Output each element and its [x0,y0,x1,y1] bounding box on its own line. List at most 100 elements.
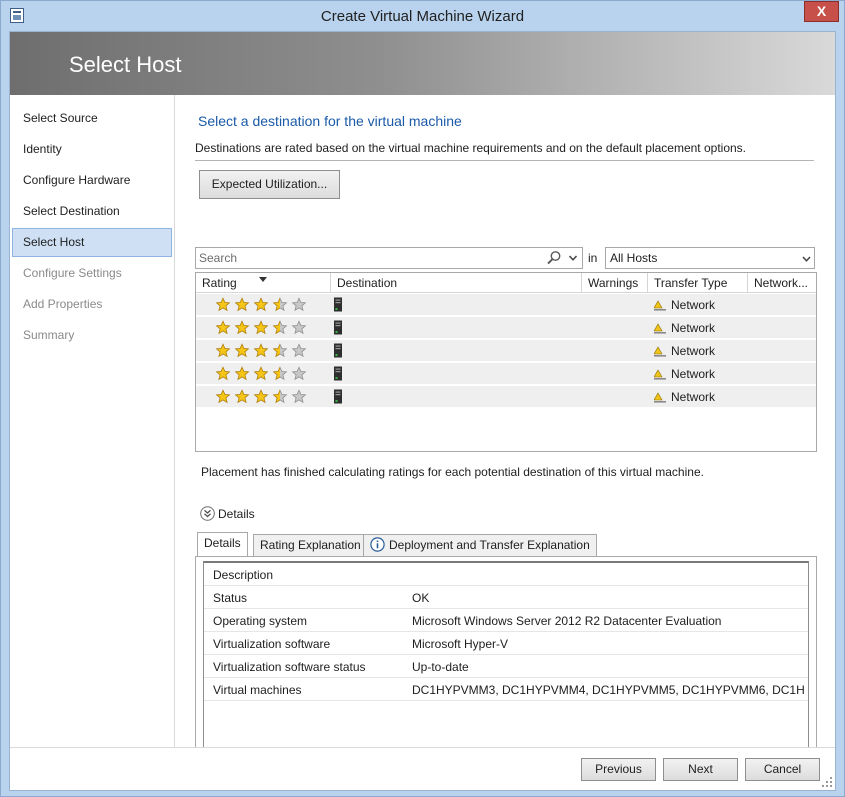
network-warning-icon [654,323,666,334]
star-icon [272,343,288,358]
star-icon [272,389,288,404]
star-icon [234,389,250,404]
title-bar[interactable]: Create Virtual Machine Wizard X [1,1,844,31]
details-tab-panel: Description Status OK Operating system M… [195,556,817,761]
details-header-row: Description [204,563,808,586]
search-box [195,247,583,269]
details-value: OK [412,591,430,605]
search-scope-select[interactable]: All Hosts [605,247,815,269]
details-value: Up-to-date [412,660,469,674]
transfer-type-value: Network [671,298,716,312]
star-icon [234,343,250,358]
info-icon [370,537,385,552]
star-icon [234,297,250,312]
star-icon [215,343,231,358]
section-title: Select a destination for the virtual mac… [198,113,462,129]
rating-stars [215,343,307,358]
description-text: Destinations are rated based on the virt… [195,141,747,155]
double-chevron-down-icon [200,506,215,521]
wizard-steps-sidebar: Select Source Identity Configure Hardwar… [10,95,175,747]
search-scope-value: All Hosts [610,251,658,265]
star-icon [215,389,231,404]
star-icon [253,343,269,358]
column-header-destination[interactable]: Destination [331,273,582,293]
column-header-label: Rating [202,276,237,290]
details-row-status: Status OK [204,586,808,609]
details-label: Virtualization software [213,637,331,651]
table-row[interactable]: Network [196,363,816,385]
tab-rating-explanation[interactable]: Rating Explanation [253,534,368,556]
sidebar-item-configure-hardware[interactable]: Configure Hardware [12,166,172,195]
cancel-button[interactable]: Cancel [745,758,820,781]
network-warning-icon [654,369,666,380]
details-value: DC1HYPVMM3, DC1HYPVMM4, DC1HYPVMM5, DC1H… [412,683,804,697]
sidebar-item-select-source[interactable]: Select Source [12,104,172,133]
rating-stars [215,320,307,335]
transfer-type-value: Network [671,390,716,404]
chevron-down-icon [802,256,811,262]
column-header-warnings[interactable]: Warnings [582,273,648,293]
close-button[interactable]: X [804,1,839,22]
sidebar-item-identity[interactable]: Identity [12,135,172,164]
column-header-network[interactable]: Network... [748,273,816,293]
tab-deployment-transfer-explanation[interactable]: Deployment and Transfer Explanation [363,534,597,556]
wizard-window: Create Virtual Machine Wizard X Select H… [0,0,845,797]
details-label: Status [213,591,248,605]
server-icon [334,320,342,335]
network-warning-icon [654,300,666,311]
table-row[interactable]: Network [196,317,816,339]
rating-stars [215,389,307,404]
star-icon [234,366,250,381]
star-icon [272,366,288,381]
resize-grip-icon[interactable] [821,776,833,788]
details-value: Microsoft Hyper-V [412,637,509,651]
star-icon [234,320,250,335]
description-divider [195,160,814,161]
wizard-footer: Previous Next Cancel [10,747,835,790]
expected-utilization-button[interactable]: Expected Utilization... [199,170,340,199]
next-button[interactable]: Next [663,758,738,781]
column-header-rating[interactable]: Rating [196,273,331,293]
star-icon [272,297,288,312]
network-warning-icon [654,346,666,357]
transfer-type-value: Network [671,321,716,335]
details-value: Microsoft Windows Server 2012 R2 Datacen… [412,614,722,628]
tab-details[interactable]: Details [197,532,248,556]
tab-label: Deployment and Transfer Explanation [389,538,590,552]
star-icon [215,297,231,312]
table-row[interactable]: Network [196,340,816,362]
search-input[interactable] [197,249,542,267]
star-icon [253,389,269,404]
table-row[interactable]: Network [196,386,816,408]
grid-header: Rating Destination Warnings Transfer Typ… [196,273,816,293]
rating-stars [215,297,307,312]
page-title: Select Host [69,52,182,77]
transfer-type-value: Network [671,367,716,381]
details-row-virtual-machines: Virtual machines DC1HYPVMM3, DC1HYPVMM4,… [204,678,808,701]
star-icon [272,320,288,335]
star-icon [253,320,269,335]
server-icon [334,389,342,404]
column-header-transfer-type[interactable]: Transfer Type [648,273,748,293]
star-icon [253,297,269,312]
network-warning-icon [654,392,666,403]
sidebar-item-select-destination[interactable]: Select Destination [12,197,172,226]
sidebar-item-select-host[interactable]: Select Host [12,228,172,257]
sidebar-item-add-properties: Add Properties [23,297,103,311]
star-icon [291,366,307,381]
previous-button[interactable]: Previous [581,758,656,781]
transfer-type-value: Network [671,344,716,358]
details-row-operating-system: Operating system Microsoft Windows Serve… [204,609,808,632]
details-label: Virtual machines [213,683,302,697]
placement-status-message: Placement has finished calculating ratin… [201,465,704,479]
server-icon [334,366,342,381]
star-icon [291,297,307,312]
details-label: Virtualization software status [213,660,366,674]
details-row-virtualization-software-status: Virtualization software status Up-to-dat… [204,655,808,678]
search-scope-label: in [588,251,598,265]
table-row[interactable]: Network [196,294,816,316]
wizard-client-area: Select Host Select Source Identity Confi… [9,31,836,791]
search-icon[interactable] [546,250,562,266]
star-icon [291,320,307,335]
chevron-down-icon[interactable] [568,253,578,263]
